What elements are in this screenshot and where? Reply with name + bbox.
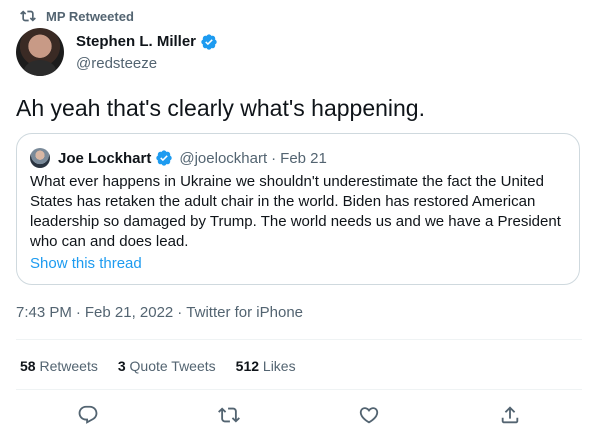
quote-avatar	[30, 148, 50, 168]
tweet-date[interactable]: Feb 21, 2022	[85, 304, 173, 321]
verified-badge-icon	[156, 150, 173, 166]
verified-badge-icon	[201, 33, 217, 50]
retweet-icon	[218, 407, 240, 423]
tweet-actions	[0, 400, 598, 430]
retweets-stat[interactable]: 58 Retweets	[20, 358, 98, 374]
tweet-meta: 7:43 PM · Feb 21, 2022 · Twitter for iPh…	[16, 304, 303, 321]
quote-separator: ·	[271, 149, 277, 167]
quote-tweets-count: 3	[117, 358, 126, 374]
tweet-author: Stephen L. Miller @redsteeze	[16, 28, 218, 76]
tweet-stats: 58 Retweets 3 Quote Tweets 512 Likes	[20, 358, 296, 374]
quote-body: What ever happens in Ukraine we shouldn'…	[30, 173, 561, 250]
retweet-label[interactable]: MP Retweeted	[46, 9, 134, 24]
show-thread-link[interactable]: Show this thread	[30, 255, 142, 272]
tweet-source[interactable]: Twitter for iPhone	[186, 304, 303, 321]
author-info: Stephen L. Miller @redsteeze	[76, 33, 218, 72]
quote-tweets-label: Quote Tweets	[129, 358, 216, 374]
avatar[interactable]	[16, 28, 64, 76]
author-handle[interactable]: @redsteeze	[76, 55, 218, 72]
retweets-label: Retweets	[39, 358, 98, 374]
share-button[interactable]	[499, 404, 521, 426]
like-icon	[359, 407, 379, 424]
tweet-text: Ah yeah that's clearly what's happening.	[16, 95, 425, 121]
quote-header: Joe Lockhart @joelockhart · Feb 21	[30, 148, 327, 168]
likes-stat[interactable]: 512 Likes	[236, 358, 296, 374]
like-button[interactable]	[358, 404, 380, 426]
meta-separator: ·	[177, 304, 183, 321]
author-name-row: Stephen L. Miller	[76, 33, 218, 51]
author-name[interactable]: Stephen L. Miller	[76, 33, 196, 50]
likes-label: Likes	[262, 358, 296, 374]
reply-icon	[78, 405, 98, 424]
share-icon	[501, 406, 519, 424]
tweet-time[interactable]: 7:43 PM	[16, 304, 72, 321]
likes-count: 512	[235, 358, 260, 374]
meta-separator: ·	[75, 304, 81, 321]
reply-button[interactable]	[77, 404, 99, 426]
quote-tweet-card[interactable]: Joe Lockhart @joelockhart · Feb 21 What …	[16, 133, 580, 285]
retweets-count: 58	[20, 358, 36, 374]
quote-author-name: Joe Lockhart	[58, 149, 152, 167]
retweet-indicator: MP Retweeted	[20, 8, 134, 24]
retweet-button[interactable]	[218, 404, 240, 426]
divider	[16, 339, 582, 340]
quote-tweets-stat[interactable]: 3 Quote Tweets	[118, 358, 216, 374]
retweet-icon	[20, 10, 36, 22]
quote-author-handle: @joelockhart	[179, 149, 268, 167]
quote-date: Feb 21	[280, 149, 327, 167]
divider	[16, 389, 582, 390]
